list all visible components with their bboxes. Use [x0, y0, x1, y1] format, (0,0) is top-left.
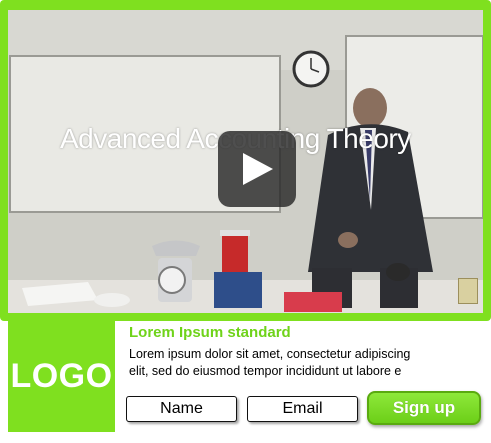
- video-frame: Advanced Accounting Theory: [0, 0, 491, 321]
- play-button[interactable]: [218, 131, 296, 207]
- logo-text: LOGO: [10, 357, 113, 395]
- name-input[interactable]: [126, 396, 237, 422]
- promo-title: Lorem Ipsum standard: [129, 324, 291, 341]
- signup-bar: LOGO Lorem Ipsum standard Lorem ipsum do…: [0, 321, 491, 443]
- video-player[interactable]: Advanced Accounting Theory: [8, 10, 483, 313]
- email-input[interactable]: [247, 396, 358, 422]
- play-icon: [243, 153, 273, 185]
- signup-button[interactable]: Sign up: [367, 391, 481, 425]
- promo-body: Lorem ipsum dolor sit amet, consectetur …: [129, 347, 411, 378]
- logo: LOGO: [8, 321, 115, 432]
- channel-thumbnail[interactable]: [458, 278, 478, 304]
